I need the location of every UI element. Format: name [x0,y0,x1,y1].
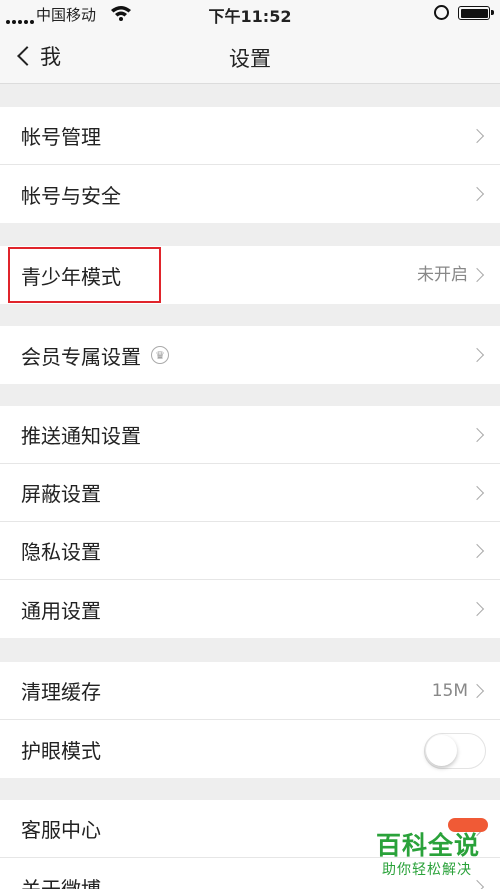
clock: 下午11:52 [208,7,292,26]
highlight-box [8,247,161,303]
settings-item-eye-care: 护眼模式 [0,720,500,778]
settings-item-label: 会员专属设置 [21,344,141,369]
chevron-right-icon [469,267,485,283]
settings-item-value: 未开启 [417,265,468,285]
settings-item-label: 客服中心 [21,818,101,842]
settings-item-account-security[interactable]: 帐号与安全 [0,165,500,223]
settings-item-account-management[interactable]: 帐号管理 [0,107,500,165]
settings-item-label: 隐私设置 [21,540,101,564]
settings-item-vip-settings[interactable]: 会员专属设置 ♛ [0,326,500,384]
chevron-right-icon [469,601,485,617]
settings-item-label: 帐号管理 [21,125,101,149]
crown-icon: ♛ [151,346,169,364]
settings-item-clear-cache[interactable]: 清理缓存 15M [0,662,500,720]
settings-item-label: 屏蔽设置 [21,482,101,506]
page-title: 设置 [229,47,271,71]
nav-bar: 我 设置 [0,28,500,84]
settings-item-label: 关于微博 [21,876,101,889]
toggle-knob [426,735,457,766]
settings-item-value: 15M [431,681,468,701]
settings-item-push-notifications[interactable]: 推送通知设置 [0,406,500,464]
chevron-right-icon [469,427,485,443]
eye-care-toggle[interactable] [424,733,486,769]
settings-item-label: 护眼模式 [21,738,101,763]
settings-item-label: 推送通知设置 [21,424,141,448]
watermark-title: 百科全说 [376,831,481,860]
settings-item-privacy[interactable]: 隐私设置 [0,522,500,580]
status-bar: 中国移动 下午11:52 [0,0,500,28]
settings-group-general: 推送通知设置 屏蔽设置 隐私设置 通用设置 [0,406,500,638]
battery-icon [458,6,494,20]
settings-group-storage: 清理缓存 15M 护眼模式 [0,662,500,778]
watermark-subtitle: 助你轻松解决 [382,862,472,878]
settings-group-account: 帐号管理 帐号与安全 [0,107,500,223]
chevron-right-icon [469,543,485,559]
chevron-right-icon [469,186,485,202]
watermark: 百科全说 助你轻松解决 [364,816,500,889]
chevron-right-icon [469,485,485,501]
settings-item-label: 通用设置 [21,598,101,623]
settings-item-label: 清理缓存 [21,680,101,704]
settings-group-vip: 会员专属设置 ♛ [0,326,500,384]
chevron-right-icon [469,347,485,363]
orientation-lock-icon [434,5,449,20]
settings-item-general[interactable]: 通用设置 [0,580,500,638]
settings-item-block-settings[interactable]: 屏蔽设置 [0,464,500,522]
settings-item-label: 帐号与安全 [21,183,121,208]
chevron-right-icon [469,683,485,699]
chevron-right-icon [469,128,485,144]
